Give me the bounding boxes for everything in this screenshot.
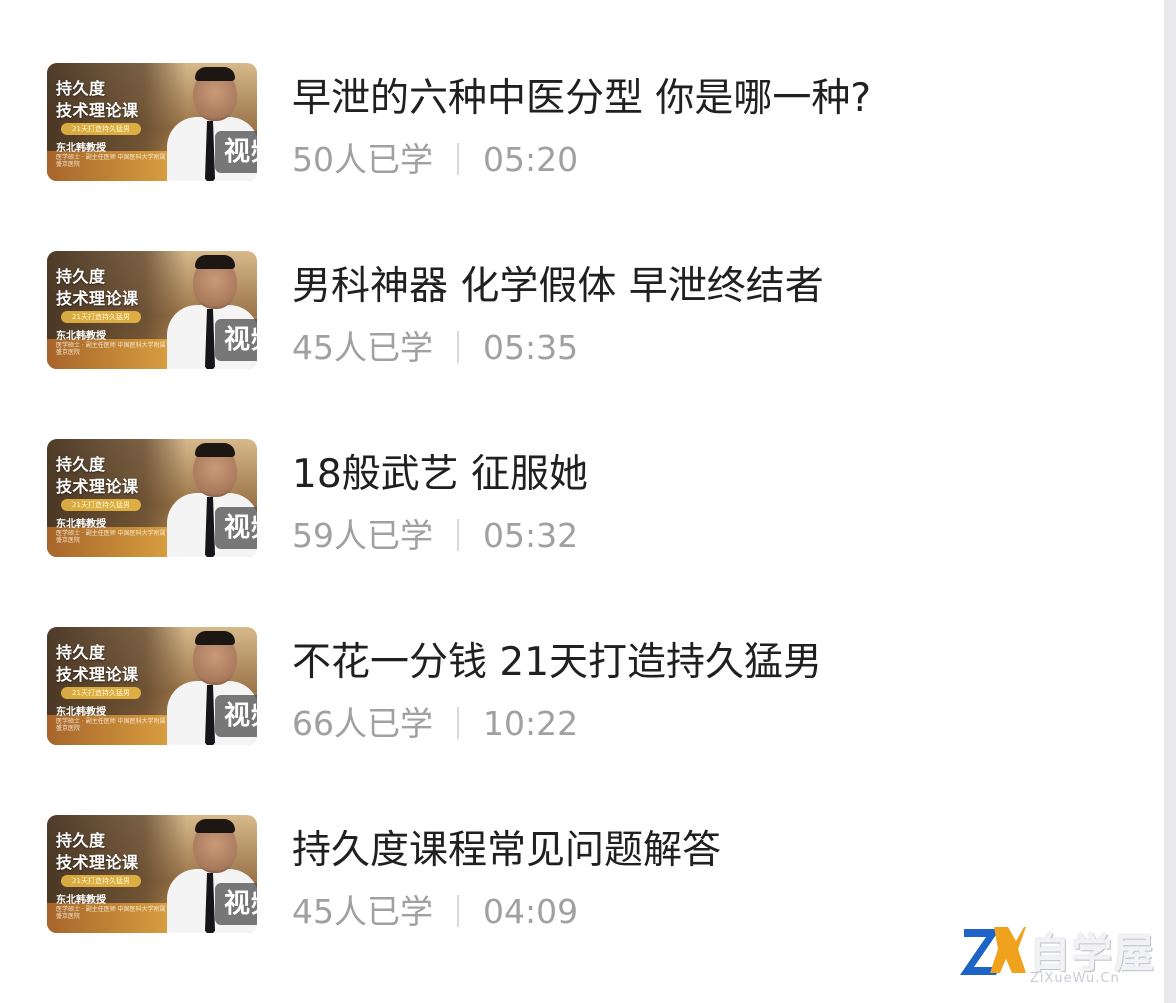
course-meta: 59人已学 05:32 — [292, 509, 578, 557]
thumbnail-title-line2: 技术理论课 — [56, 477, 139, 496]
learner-count: 50人已学 — [292, 140, 433, 179]
thumbnail-title-line1: 持久度 — [56, 79, 106, 98]
thumbnail-tag: 21天打造持久猛男 — [61, 687, 141, 699]
thumbnail-title-line1: 持久度 — [56, 455, 106, 474]
course-meta: 50人已学 05:20 — [292, 133, 578, 181]
course-title[interactable]: 男科神器 化学假体 早泄终结者 — [292, 255, 824, 311]
lecturer-photo-hair — [195, 631, 235, 645]
video-badge: 视频 — [215, 319, 257, 361]
lecturer-photo-hair — [195, 819, 235, 833]
thumbnail-lecturer-desc: 医学硕士 · 副主任医师 中国医科大学附属盛京医院 — [56, 906, 166, 920]
course-title[interactable]: 18般武艺 征服她 — [292, 443, 588, 499]
video-badge: 视频 — [215, 883, 257, 925]
course-title[interactable]: 早泄的六种中医分型 你是哪一种? — [292, 67, 871, 123]
thumbnail-tag: 21天打造持久猛男 — [61, 875, 141, 887]
watermark-url: ZiXueWu.Cn — [1030, 971, 1120, 986]
course-title[interactable]: 不花一分钱 21天打造持久猛男 — [292, 631, 822, 687]
duration: 10:22 — [483, 704, 579, 743]
video-badge: 视频 — [215, 695, 257, 737]
thumbnail-title-line2: 技术理论课 — [56, 853, 139, 872]
zx-logo-icon — [960, 927, 1026, 975]
watermark: 自学屋 ZiXueWu.Cn — [960, 919, 1170, 989]
video-badge: 视频 — [215, 507, 257, 549]
video-thumbnail[interactable]: 持久度 技术理论课 21天打造持久猛男 东北韩教授 医学硕士 · 副主任医师 中… — [47, 627, 257, 745]
meta-divider — [457, 895, 459, 927]
video-thumbnail[interactable]: 持久度 技术理论课 21天打造持久猛男 东北韩教授 医学硕士 · 副主任医师 中… — [47, 439, 257, 557]
thumbnail-title-line1: 持久度 — [56, 831, 106, 850]
meta-divider — [457, 331, 459, 363]
learner-count: 45人已学 — [292, 892, 433, 931]
thumbnail-lecturer: 东北韩教授 — [56, 143, 106, 154]
list-item[interactable]: 持久度 技术理论课 21天打造持久猛男 东北韩教授 医学硕士 · 副主任医师 中… — [0, 627, 1160, 757]
duration: 05:20 — [483, 140, 579, 179]
learner-count: 66人已学 — [292, 704, 433, 743]
thumbnail-lecturer-desc: 医学硕士 · 副主任医师 中国医科大学附属盛京医院 — [56, 154, 166, 168]
course-meta: 66人已学 10:22 — [292, 697, 578, 745]
thumbnail-title-line1: 持久度 — [56, 643, 106, 662]
thumbnail-lecturer: 东北韩教授 — [56, 519, 106, 530]
duration: 05:32 — [483, 516, 579, 555]
thumbnail-title-line2: 技术理论课 — [56, 289, 139, 308]
list-item[interactable]: 持久度 技术理论课 21天打造持久猛男 东北韩教授 医学硕士 · 副主任医师 中… — [0, 251, 1160, 381]
thumbnail-title-line2: 技术理论课 — [56, 665, 139, 684]
course-list-page: 持久度 技术理论课 21天打造持久猛男 东北韩教授 医学硕士 · 副主任医师 中… — [0, 0, 1176, 1003]
thumbnail-tag: 21天打造持久猛男 — [61, 311, 141, 323]
thumbnail-lecturer: 东北韩教授 — [56, 707, 106, 718]
list-item[interactable]: 持久度 技术理论课 21天打造持久猛男 东北韩教授 医学硕士 · 副主任医师 中… — [0, 63, 1160, 193]
list-item[interactable]: 持久度 技术理论课 21天打造持久猛男 东北韩教授 医学硕士 · 副主任医师 中… — [0, 439, 1160, 569]
thumbnail-title-line2: 技术理论课 — [56, 101, 139, 120]
meta-divider — [457, 707, 459, 739]
course-meta: 45人已学 04:09 — [292, 885, 578, 933]
video-thumbnail[interactable]: 持久度 技术理论课 21天打造持久猛男 东北韩教授 医学硕士 · 副主任医师 中… — [47, 815, 257, 933]
scrollbar-track[interactable] — [1164, 0, 1176, 1003]
course-title[interactable]: 持久度课程常见问题解答 — [292, 819, 721, 875]
meta-divider — [457, 519, 459, 551]
thumbnail-title-line1: 持久度 — [56, 267, 106, 286]
duration: 05:35 — [483, 328, 579, 367]
video-badge: 视频 — [215, 131, 257, 173]
thumbnail-lecturer-desc: 医学硕士 · 副主任医师 中国医科大学附属盛京医院 — [56, 718, 166, 732]
thumbnail-lecturer-desc: 医学硕士 · 副主任医师 中国医科大学附属盛京医院 — [56, 342, 166, 356]
thumbnail-lecturer-desc: 医学硕士 · 副主任医师 中国医科大学附属盛京医院 — [56, 530, 166, 544]
video-thumbnail[interactable]: 持久度 技术理论课 21天打造持久猛男 东北韩教授 医学硕士 · 副主任医师 中… — [47, 251, 257, 369]
thumbnail-lecturer: 东北韩教授 — [56, 895, 106, 906]
video-thumbnail[interactable]: 持久度 技术理论课 21天打造持久猛男 东北韩教授 医学硕士 · 副主任医师 中… — [47, 63, 257, 181]
thumbnail-lecturer: 东北韩教授 — [56, 331, 106, 342]
lecturer-photo-hair — [195, 255, 235, 269]
thumbnail-tag: 21天打造持久猛男 — [61, 123, 141, 135]
thumbnail-tag: 21天打造持久猛男 — [61, 499, 141, 511]
lecturer-photo-hair — [195, 67, 235, 81]
learner-count: 59人已学 — [292, 516, 433, 555]
duration: 04:09 — [483, 892, 579, 931]
meta-divider — [457, 143, 459, 175]
lecturer-photo-hair — [195, 443, 235, 457]
course-meta: 45人已学 05:35 — [292, 321, 578, 369]
learner-count: 45人已学 — [292, 328, 433, 367]
